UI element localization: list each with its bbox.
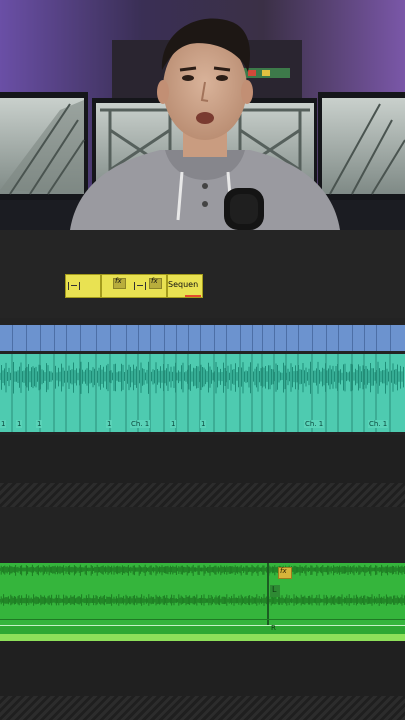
timeline-empty-area — [0, 435, 405, 483]
clip-edit-point[interactable] — [240, 325, 241, 351]
title-clip[interactable]: fx fx Sequen — [65, 274, 203, 298]
fx-badge-label: fx — [151, 277, 158, 285]
audio-clip-label: 1 — [170, 420, 177, 428]
channel-marker: L — [270, 585, 280, 597]
channel-marker: R — [270, 624, 278, 634]
audio-clip-label: 1 — [106, 420, 113, 428]
fx-badge-label: fx — [115, 277, 122, 285]
audio-clip-label: Ch. 1 — [304, 420, 325, 428]
transition-handle-icon[interactable] — [68, 282, 80, 290]
channel-marker-label: R — [271, 624, 276, 632]
clip-edit-point[interactable] — [150, 325, 151, 351]
audio-clip-label: 1 — [200, 420, 207, 428]
clip-edit-point[interactable] — [188, 325, 189, 351]
clip-edit-point[interactable] — [138, 325, 139, 351]
clip-edit-point[interactable] — [390, 325, 391, 351]
title-clip-label: Sequen — [168, 280, 199, 289]
clip-edit-point[interactable] — [126, 325, 127, 351]
clip-edit-point[interactable] — [66, 325, 67, 351]
audio-track-2: fx L R — [0, 563, 405, 641]
volume-line[interactable] — [0, 619, 405, 620]
audio-clip-label: Ch. 1 — [130, 420, 151, 428]
audio-track-2-base — [0, 634, 405, 641]
audio-clip-label: 1 — [36, 420, 43, 428]
presenter-video-image — [0, 0, 405, 230]
clip-edit-point[interactable] — [326, 325, 327, 351]
waveform-path — [0, 361, 404, 394]
channel-marker-label: L — [272, 585, 277, 594]
clip-edit-point[interactable] — [364, 325, 365, 351]
presenter-video-frame — [0, 0, 405, 230]
timeline-hatched-area — [0, 696, 405, 720]
clip-edit-point[interactable] — [96, 325, 97, 351]
audio-clip-label: 1 — [0, 420, 7, 428]
clip-edit-point[interactable] — [352, 325, 353, 351]
clip-edit-point[interactable] — [214, 325, 215, 351]
fx-badge-icon[interactable]: fx — [113, 277, 126, 289]
fx-badge-icon[interactable]: fx — [278, 567, 292, 579]
timeline-panel: fx fx Sequen 1 1 1 1 Ch. 1 1 1 Ch. 1 Ch. 1 fx L — [0, 230, 405, 720]
clip-edit-point[interactable] — [274, 325, 275, 351]
clip-edit-point[interactable] — [312, 325, 313, 351]
fx-badge-label: fx — [280, 567, 287, 575]
clip-edit-point[interactable] — [286, 325, 287, 351]
timeline-hatched-area — [0, 483, 405, 507]
audio-clip-label: Ch. 1 — [368, 420, 389, 428]
audio-clip-label: 1 — [16, 420, 23, 428]
clip-edit-point[interactable] — [12, 325, 13, 351]
transition-handle-icon[interactable] — [134, 282, 146, 290]
clip-edit-point[interactable] — [164, 325, 165, 351]
render-bar — [185, 295, 201, 297]
clip-edit-point[interactable] — [110, 325, 111, 351]
clip-edit-point[interactable] — [252, 325, 253, 351]
clip-edit-point[interactable] — [338, 325, 339, 351]
clip-edit-point[interactable] — [298, 325, 299, 351]
clip-edit-point[interactable] — [40, 325, 41, 351]
audio-track-1: 1 1 1 1 Ch. 1 1 1 Ch. 1 Ch. 1 — [0, 354, 405, 432]
timeline-empty-area — [0, 510, 405, 560]
clip-edit-point[interactable] — [80, 325, 81, 351]
clip-edit-point[interactable] — [226, 325, 227, 351]
clip-edit-point[interactable] — [26, 325, 27, 351]
fx-badge-icon[interactable]: fx — [149, 277, 162, 289]
video-track-1 — [0, 325, 405, 351]
clip-edit-point[interactable] — [262, 325, 263, 351]
clip-edit-point[interactable] — [176, 325, 177, 351]
waveform-path — [0, 564, 405, 606]
clip-edit-point[interactable] — [376, 325, 377, 351]
clip-edit-point[interactable] — [54, 325, 55, 351]
timeline-empty-area — [0, 641, 405, 696]
clip-edit-point[interactable] — [200, 325, 201, 351]
